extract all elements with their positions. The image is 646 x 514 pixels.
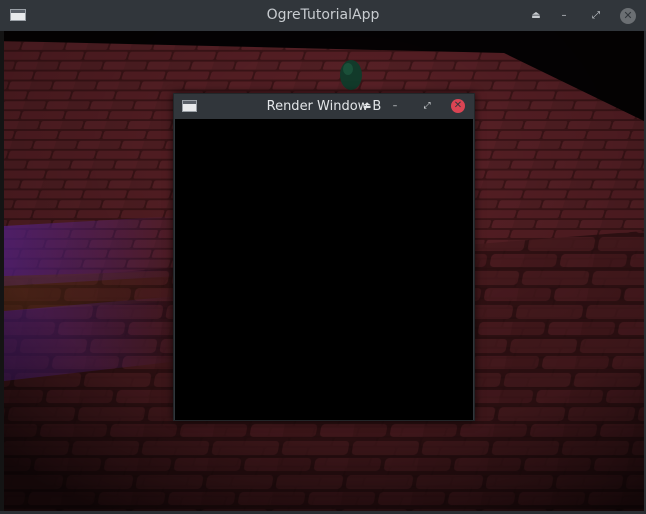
maximize-icon[interactable]: ⤢ — [588, 8, 604, 24]
keep-above-icon[interactable]: ⏏ — [360, 99, 374, 113]
sub-titlebar[interactable]: Render Window B ⏏ – ⤢ ✕ — [174, 94, 474, 119]
render-window-b-viewport[interactable] — [175, 119, 473, 420]
render-window-b[interactable]: Render Window B ⏏ – ⤢ ✕ — [173, 93, 475, 421]
keep-above-icon[interactable]: ⏏ — [528, 8, 544, 24]
minimize-icon[interactable]: – — [556, 8, 572, 24]
close-icon[interactable]: ✕ — [620, 8, 636, 24]
maximize-icon[interactable]: ⤢ — [420, 99, 434, 113]
main-titlebar[interactable]: OgreTutorialApp ⏏ – ⤢ ✕ — [0, 0, 646, 32]
main-window: OgreTutorialApp ⏏ – ⤢ ✕ Render Window B … — [0, 0, 646, 514]
minimize-icon[interactable]: – — [388, 99, 402, 113]
main-window-title: OgreTutorialApp — [266, 7, 380, 23]
ogre-head-model — [340, 60, 362, 90]
close-icon[interactable]: ✕ — [451, 99, 465, 113]
